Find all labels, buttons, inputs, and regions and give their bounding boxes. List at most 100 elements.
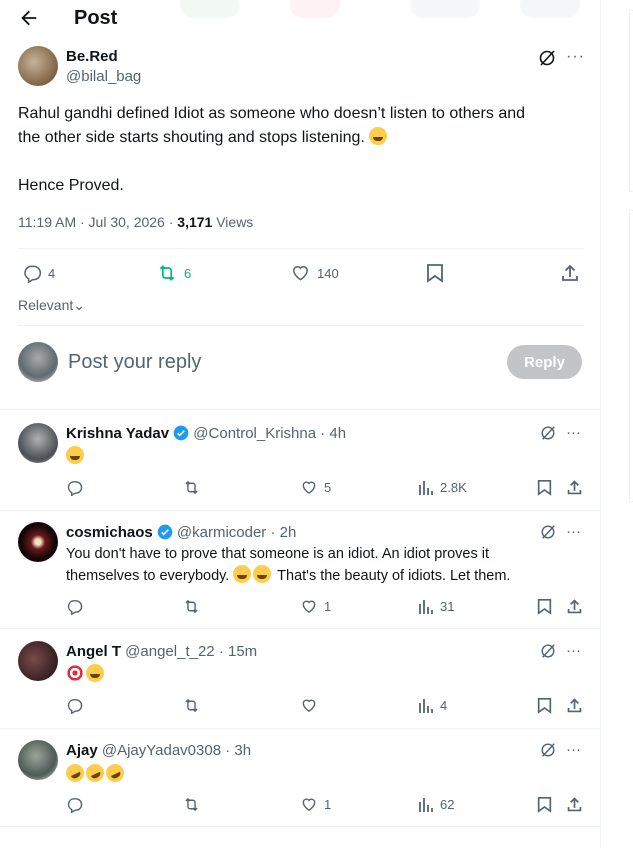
like-count: 5 — [324, 480, 332, 495]
grok-icon[interactable] — [540, 425, 556, 441]
reply-time[interactable]: · 4h — [320, 425, 346, 442]
reply-author-name[interactable]: Angel T — [66, 643, 121, 660]
heart-icon — [302, 600, 316, 614]
like-action[interactable]: 5 — [300, 479, 331, 496]
views-action[interactable]: 2.8K — [418, 479, 467, 496]
reply-text: You don't have to prove that someone is … — [66, 544, 586, 587]
reply-author-name[interactable]: cosmichaos — [66, 524, 153, 541]
reply-action[interactable]: 4 — [22, 263, 55, 283]
grok-icon[interactable] — [540, 643, 556, 659]
more-options-icon[interactable]: ··· — [566, 741, 581, 758]
bookmark-icon[interactable] — [537, 697, 552, 714]
tears-of-joy-emoji — [86, 664, 104, 682]
rolling-laughing-emoji — [83, 761, 107, 785]
repost-action[interactable] — [182, 598, 201, 615]
reply-text — [66, 664, 106, 684]
share-icon[interactable] — [566, 796, 583, 813]
reply-author-name[interactable]: Ajay — [66, 742, 98, 759]
reply-button[interactable]: Reply — [507, 345, 582, 379]
more-options-icon[interactable]: ··· — [566, 523, 581, 540]
sweat-smile-emoji — [233, 565, 252, 583]
divider — [18, 325, 584, 326]
reply-header: Krishna Yadav @Control_Krishna · 4h — [66, 425, 346, 442]
reply-icon — [67, 481, 83, 496]
divider — [0, 409, 600, 410]
analytics-icon — [419, 600, 433, 614]
reply-text-line1: You don't have to prove that someone is … — [66, 546, 490, 562]
repost-action[interactable] — [182, 697, 201, 714]
share-icon[interactable] — [566, 697, 583, 714]
views-action[interactable]: 31 — [418, 598, 454, 615]
reply-action[interactable] — [66, 479, 83, 496]
avatar[interactable] — [18, 46, 58, 86]
analytics-icon — [419, 798, 433, 812]
analytics-icon — [419, 699, 433, 713]
bookmark-icon[interactable] — [426, 263, 444, 283]
reply-author-handle[interactable]: @angel_t_22 — [125, 643, 214, 660]
repost-action[interactable]: 6 — [156, 263, 191, 283]
reply-avatar[interactable] — [18, 522, 58, 562]
reply-avatar[interactable] — [18, 740, 58, 780]
views-count: 62 — [440, 797, 455, 812]
bookmark-icon[interactable] — [537, 796, 552, 813]
divider — [0, 628, 600, 629]
sort-dropdown[interactable]: Relevant⌄ — [18, 297, 85, 314]
reply-icon — [67, 798, 83, 813]
divider — [0, 728, 600, 729]
reply-input[interactable]: Post your reply — [68, 351, 201, 374]
repost-icon — [159, 265, 175, 281]
reply-author-handle[interactable]: @Control_Krishna — [193, 425, 316, 442]
like-action[interactable]: 1 — [300, 598, 331, 615]
reply-count: 4 — [48, 265, 56, 281]
reply-text-line2-wrap: themselves to everybody. That's the beau… — [66, 565, 586, 587]
reply-avatar[interactable] — [18, 423, 58, 463]
repost-action[interactable] — [182, 479, 201, 496]
reply-avatar[interactable] — [18, 641, 58, 681]
timestamp[interactable]: 11:19 AM · Jul 30, 2026 · — [18, 214, 177, 230]
back-arrow-icon[interactable] — [18, 7, 42, 31]
like-count: 1 — [324, 797, 332, 812]
reply-action[interactable] — [66, 598, 83, 615]
reply-author-handle[interactable]: @karmicoder — [177, 524, 266, 541]
reply-author-handle[interactable]: @AjayYadav0308 — [102, 742, 221, 759]
tears-of-joy-emoji — [253, 565, 272, 583]
share-icon[interactable] — [566, 598, 583, 615]
grok-icon[interactable] — [540, 524, 556, 540]
reply-time[interactable]: · 3h — [225, 742, 251, 759]
share-icon[interactable] — [560, 263, 580, 283]
reply-text — [63, 761, 127, 785]
more-options-icon[interactable]: ··· — [566, 424, 581, 441]
views-action[interactable]: 62 — [418, 796, 454, 813]
reply-time[interactable]: · 15m — [219, 643, 257, 660]
post-text-line2-wrap: the other side starts shouting and stops… — [18, 126, 588, 150]
more-options-icon[interactable]: ··· — [566, 48, 585, 66]
reply-icon — [67, 600, 83, 615]
divider — [0, 510, 600, 511]
my-avatar[interactable] — [18, 342, 58, 382]
sidebar-card-edge — [629, 10, 633, 192]
grok-icon[interactable] — [540, 742, 556, 758]
views-action[interactable]: 4 — [418, 697, 447, 714]
reply-author-name[interactable]: Krishna Yadav — [66, 425, 169, 442]
author-name[interactable]: Be.Red — [66, 48, 118, 65]
bookmark-icon[interactable] — [537, 479, 552, 496]
verified-badge-icon — [173, 425, 189, 441]
grok-icon[interactable] — [538, 49, 556, 67]
views-count: 31 — [440, 599, 455, 614]
like-action[interactable]: 1 — [300, 796, 331, 813]
reply-time[interactable]: · 2h — [270, 524, 296, 541]
views-count: 3,171 — [177, 214, 213, 230]
like-action[interactable] — [300, 697, 318, 714]
heart-icon — [293, 266, 308, 281]
reply-text — [66, 446, 86, 466]
like-action[interactable]: 140 — [290, 263, 339, 283]
bookmark-icon[interactable] — [537, 598, 552, 615]
share-icon[interactable] — [566, 479, 583, 496]
more-options-icon[interactable]: ··· — [566, 642, 581, 659]
like-count: 1 — [324, 599, 332, 614]
repost-action[interactable] — [182, 796, 201, 813]
page-title: Post — [74, 7, 118, 29]
reply-action[interactable] — [66, 697, 83, 714]
author-handle[interactable]: @bilal_bag — [66, 68, 141, 85]
reply-action[interactable] — [66, 796, 83, 813]
